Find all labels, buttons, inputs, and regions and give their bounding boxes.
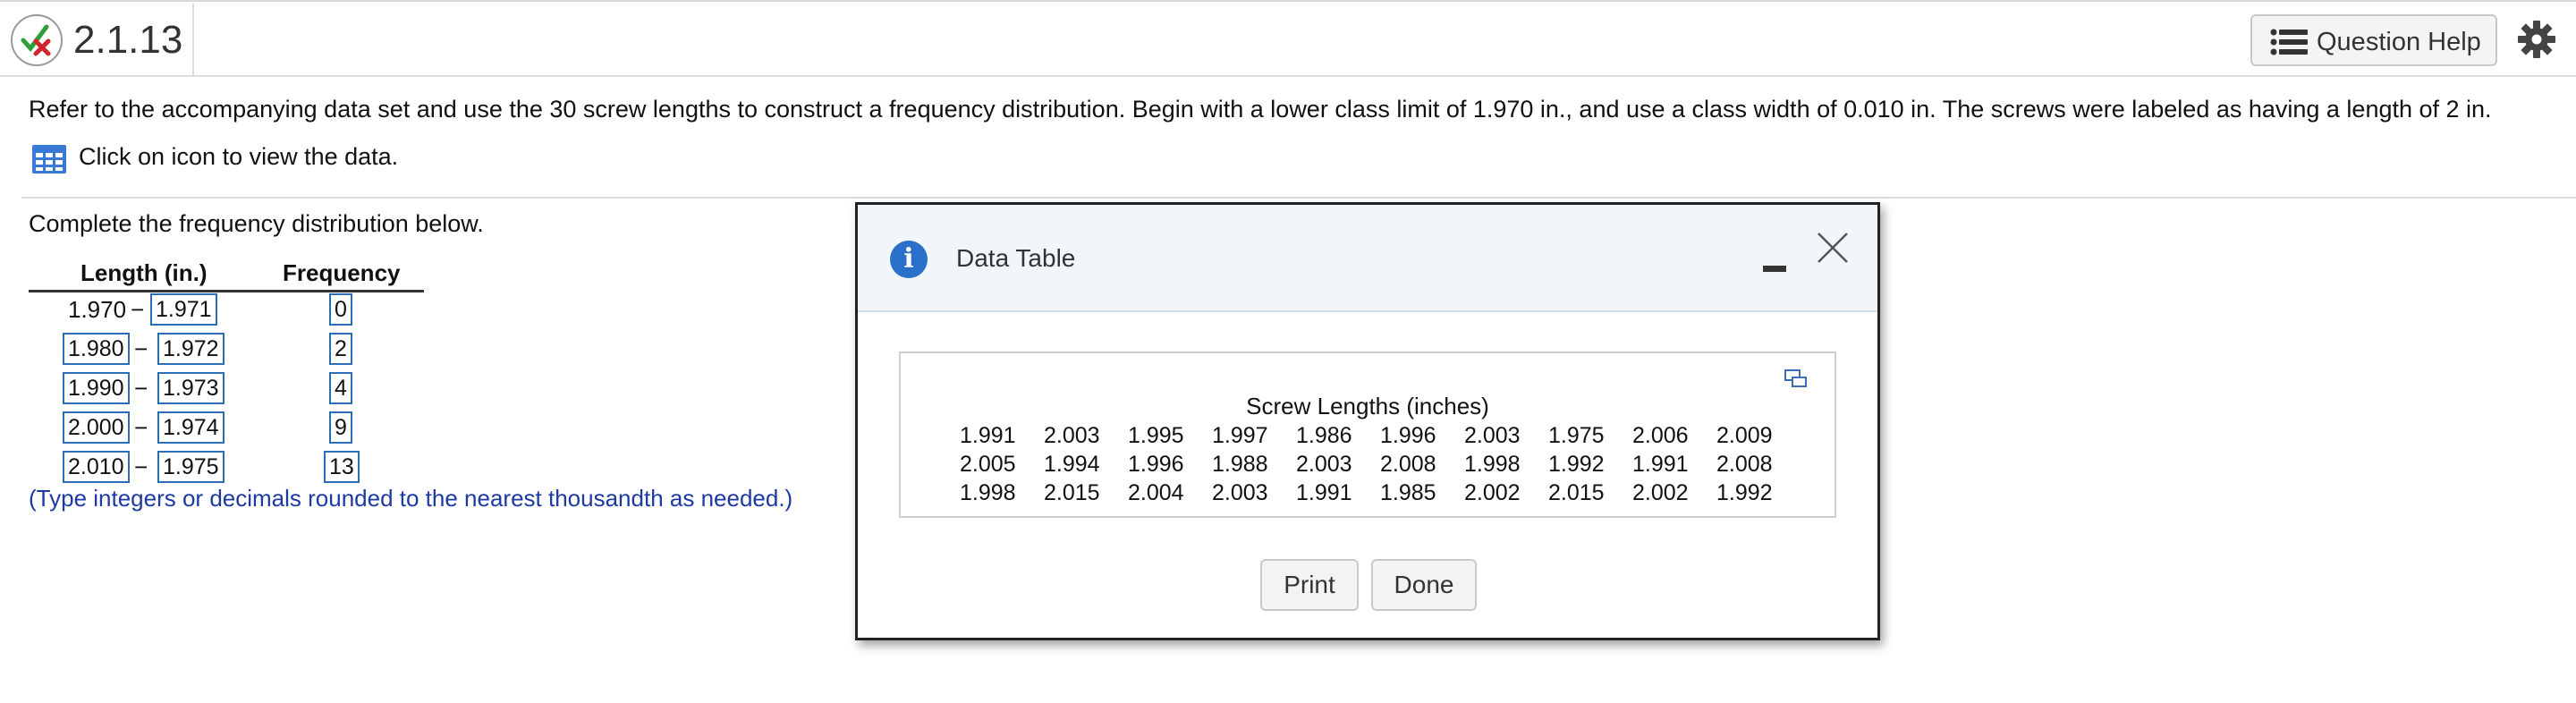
range-dash: − [134, 335, 148, 362]
frequency-input[interactable]: 2 [329, 333, 352, 365]
data-cell: 2.015 [1044, 479, 1100, 505]
question-prompt: Refer to the accompanying data set and u… [29, 96, 2492, 123]
top-bar: 2.1.13 Question Help [0, 0, 2576, 77]
table-row: 1.990 − 1.973 4 [0, 372, 465, 408]
done-button[interactable]: Done [1371, 559, 1477, 611]
lower-limit-input[interactable]: 2.000 [63, 411, 130, 444]
data-cell: 1.985 [1380, 479, 1436, 505]
data-cell: 2.002 [1464, 479, 1521, 505]
table-row: 1.980 − 1.972 2 [0, 333, 465, 368]
data-cell: 1.994 [1044, 451, 1100, 477]
minimize-icon [1763, 266, 1786, 272]
data-cell: 1.996 [1380, 422, 1436, 448]
data-cell: 2.005 [960, 451, 1016, 477]
data-cell: 2.003 [1212, 479, 1268, 505]
data-cell: 1.986 [1296, 422, 1352, 448]
data-cell: 1.998 [1464, 451, 1521, 477]
data-table-row: 1.991 2.003 1.995 1.997 1.986 1.996 2.003 1.975… [960, 421, 1801, 450]
data-cell: 1.997 [1212, 422, 1268, 448]
minimize-button[interactable] [1761, 250, 1788, 276]
data-cell: 2.003 [1044, 422, 1100, 448]
table-header-rule [29, 290, 424, 292]
popout-icon[interactable] [1784, 369, 1808, 394]
data-cell: 1.988 [1212, 451, 1268, 477]
answer-format-hint: (Type integers or decimals rounded to th… [29, 485, 793, 512]
upper-limit-input[interactable]: 1.971 [150, 293, 217, 326]
table-row: 2.000 − 1.974 9 [0, 411, 465, 447]
table-row: 1.970 − 1.971 0 [0, 293, 465, 329]
header-divider [192, 4, 194, 75]
lower-limit-input[interactable]: 2.010 [63, 451, 130, 483]
data-cell: 1.975 [1548, 422, 1605, 448]
data-cell: 2.015 [1548, 479, 1605, 505]
data-cell: 2.006 [1632, 422, 1689, 448]
frequency-input[interactable]: 4 [329, 372, 352, 404]
view-data-label[interactable]: Click on icon to view the data. [79, 143, 398, 171]
data-cell: 1.996 [1128, 451, 1184, 477]
dialog-header: i Data Table [858, 205, 1877, 312]
data-cell: 1.998 [960, 479, 1016, 505]
frequency-column-header: Frequency [283, 259, 401, 286]
data-cell: 1.992 [1548, 451, 1605, 477]
data-cell: 1.991 [960, 422, 1016, 448]
question-number: 2.1.13 [73, 18, 183, 62]
section-divider [21, 197, 2576, 199]
data-cell: 2.002 [1632, 479, 1689, 505]
data-cell: 2.003 [1464, 422, 1521, 448]
frequency-input[interactable]: 13 [324, 451, 360, 483]
range-dash: − [131, 296, 145, 323]
upper-limit-input[interactable]: 1.973 [157, 372, 225, 404]
frequency-input[interactable]: 0 [329, 293, 352, 326]
data-cell: 1.991 [1632, 451, 1689, 477]
data-cell: 2.008 [1380, 451, 1436, 477]
data-cell: 2.008 [1716, 451, 1773, 477]
question-help-button[interactable]: Question Help [2250, 14, 2497, 66]
data-cell: 2.004 [1128, 479, 1184, 505]
data-cell: 1.995 [1128, 422, 1184, 448]
print-button[interactable]: Print [1260, 559, 1359, 611]
data-table-dialog: i Data Table Screw Lengths (inches) 1.99… [855, 202, 1880, 640]
data-cell: 2.009 [1716, 422, 1773, 448]
upper-limit-input[interactable]: 1.975 [157, 451, 225, 483]
close-icon [1818, 233, 1848, 263]
data-panel: Screw Lengths (inches) 1.991 2.003 1.995 1.… [899, 352, 1836, 518]
data-table-row: 1.998 2.015 2.004 2.003 1.991 1.985 2.002 2.015… [960, 479, 1801, 507]
upper-limit-input[interactable]: 1.972 [157, 333, 225, 365]
data-cell: 2.003 [1296, 451, 1352, 477]
instruction-text: Complete the frequency distribution belo… [29, 210, 484, 237]
upper-limit-input[interactable]: 1.974 [157, 411, 225, 444]
lower-limit-input[interactable]: 1.980 [63, 333, 130, 365]
info-icon: i [890, 241, 928, 278]
table-row: 2.010 − 1.975 13 [0, 451, 465, 487]
gear-icon[interactable] [2517, 20, 2556, 64]
data-cell: 1.992 [1716, 479, 1773, 505]
lower-class-limit: 1.970 [68, 296, 127, 323]
list-icon [2270, 29, 2308, 63]
range-dash: − [134, 375, 148, 402]
dialog-title: Data Table [956, 244, 1076, 272]
frequency-input[interactable]: 9 [329, 411, 352, 444]
length-column-header: Length (in.) [80, 259, 208, 286]
data-table-caption: Screw Lengths (inches) [1246, 393, 1489, 419]
partial-credit-icon [11, 14, 63, 66]
range-dash: − [134, 453, 148, 480]
close-button[interactable] [1815, 230, 1851, 266]
lower-limit-input[interactable]: 1.990 [63, 372, 130, 404]
question-help-label: Question Help [2317, 28, 2481, 56]
screw-lengths-table: 1.991 2.003 1.995 1.997 1.986 1.996 2.003 1.975… [960, 421, 1801, 507]
range-dash: − [134, 414, 148, 441]
data-cell: 1.991 [1296, 479, 1352, 505]
data-table-row: 2.005 1.994 1.996 1.988 2.003 2.008 1.998 1.992… [960, 450, 1801, 479]
data-table-icon[interactable] [32, 145, 66, 178]
